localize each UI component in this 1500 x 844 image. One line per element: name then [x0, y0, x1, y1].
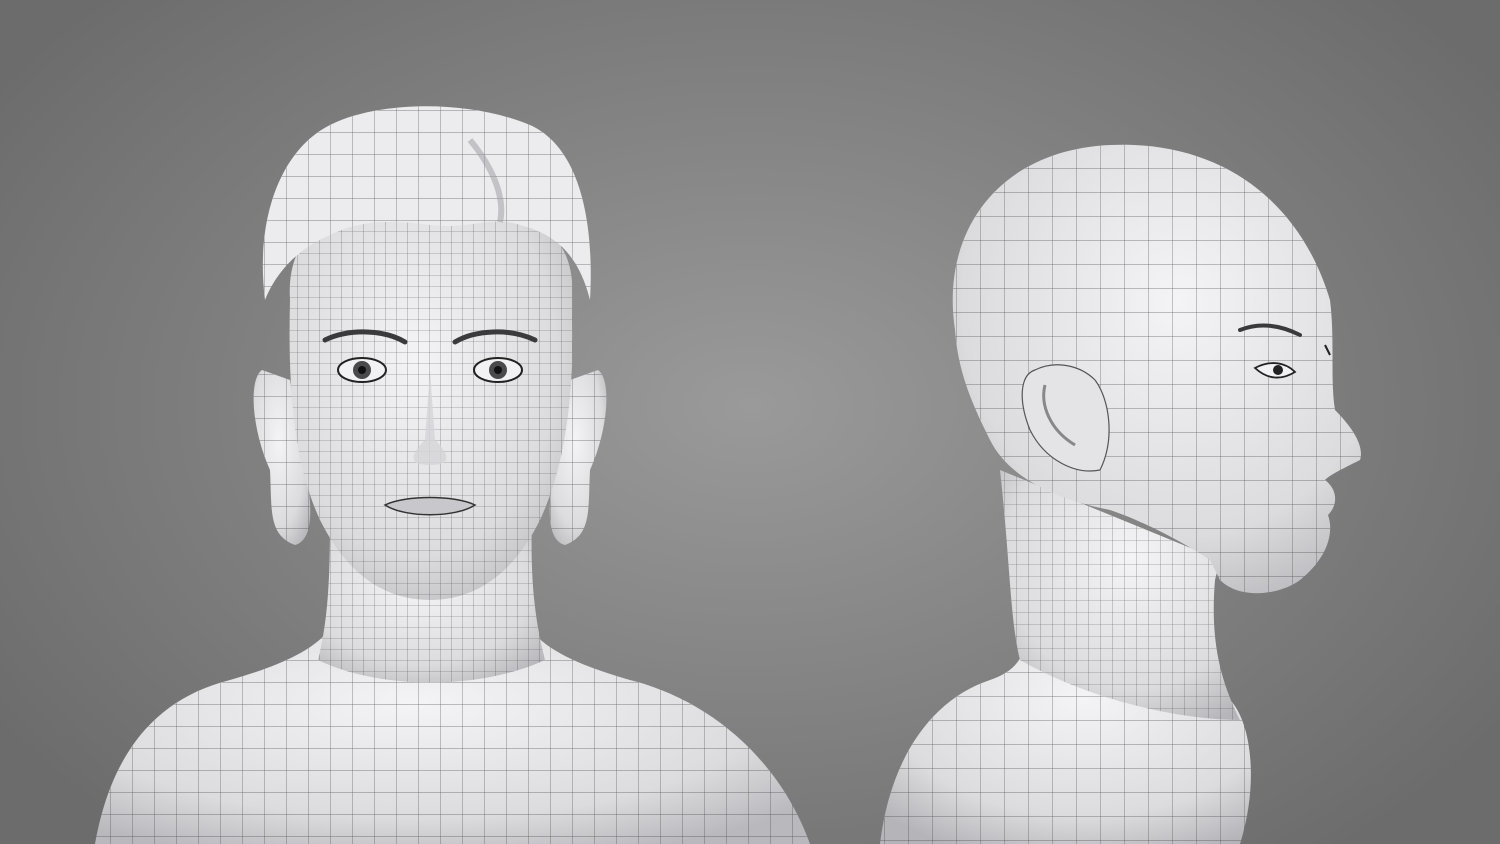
side-view-model — [860, 0, 1500, 844]
viewport — [0, 0, 1500, 844]
front-view-model — [0, 0, 820, 844]
